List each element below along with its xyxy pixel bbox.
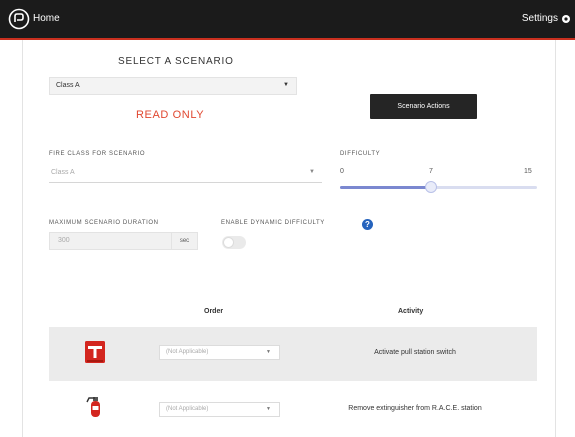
scenario-actions-button[interactable]: Scenario Actions [370,94,477,119]
fire-class-label: FIRE CLASS FOR SCENARIO [49,151,146,157]
table-row: (Not Applicable) ▼ Activate pull station… [49,327,537,381]
difficulty-max: 15 [524,168,532,175]
settings-label: Settings [521,13,558,24]
toggle-knob [223,237,234,248]
difficulty-min: 0 [340,168,344,175]
scenario-select-value: Class A [56,82,80,89]
read-only-label: READ ONLY [136,109,205,121]
difficulty-value: 7 [429,168,433,175]
order-select-value: (Not Applicable) [166,349,209,355]
chevron-down-icon: ▼ [309,169,315,175]
dynamic-difficulty-toggle[interactable] [222,236,246,249]
settings-link[interactable]: Settings [522,13,571,24]
difficulty-slider-thumb[interactable] [425,181,437,193]
chevron-down-icon: ▼ [266,406,271,412]
activity-text: Remove extinguisher from R.A.C.E. statio… [348,405,482,412]
logo-icon[interactable] [8,8,30,30]
difficulty-slider-fill [340,186,433,189]
duration-unit: sec [171,233,197,249]
select-scenario-heading: SELECT A SCENARIO [118,56,234,67]
order-select[interactable]: (Not Applicable) ▼ [159,402,280,417]
activity-column-header: Activity [398,308,424,315]
table-row: (Not Applicable) ▼ Remove extinguisher f… [49,384,537,437]
pull-station-icon [85,341,105,363]
home-link[interactable]: Home [33,13,60,24]
order-select-value: (Not Applicable) [166,406,209,412]
fire-class-value: Class A [51,169,75,176]
chevron-down-icon: ▼ [283,82,289,88]
top-navbar: Home Settings [0,0,575,40]
duration-value: 300 [58,237,70,244]
difficulty-slider[interactable] [340,186,537,189]
fire-extinguisher-icon [86,397,100,417]
scenario-select[interactable]: Class A ▼ [49,77,297,95]
duration-label: MAXIMUM SCENARIO DURATION [49,220,159,226]
order-select[interactable]: (Not Applicable) ▼ [159,345,280,360]
order-column-header: Order [204,308,224,315]
chevron-down-icon: ▼ [266,349,271,355]
dynamic-difficulty-label: ENABLE DYNAMIC DIFFICULTY [221,220,325,226]
help-icon[interactable]: ? [362,219,373,230]
activity-text: Activate pull station switch [374,349,456,356]
gear-icon [562,14,570,23]
difficulty-label: DIFFICULTY [340,151,381,157]
fire-class-select[interactable]: Class A ▼ [49,166,322,183]
